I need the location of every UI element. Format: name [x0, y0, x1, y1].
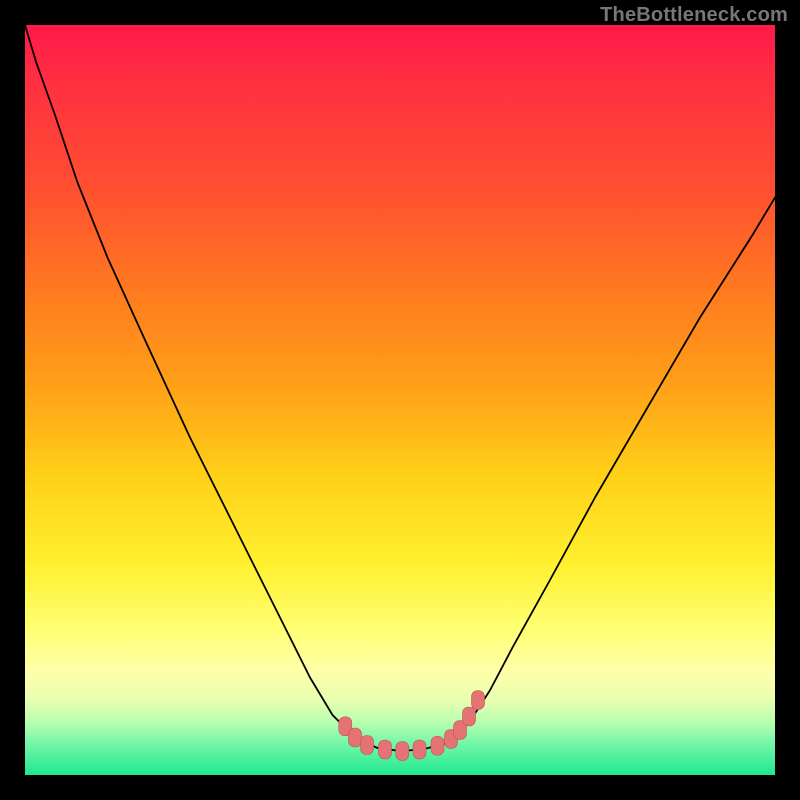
curve-marker [413, 740, 426, 759]
watermark-text: TheBottleneck.com [600, 4, 788, 27]
curve-marker [472, 691, 485, 710]
plot-area [25, 25, 775, 775]
curve-path [25, 25, 775, 751]
curve-marker [361, 736, 374, 755]
curve-marker [463, 707, 476, 726]
curve-marker [431, 736, 444, 755]
bottleneck-curve [25, 25, 775, 775]
curve-marker [396, 742, 409, 761]
chart-frame: TheBottleneck.com [0, 0, 800, 800]
curve-marker [349, 728, 362, 747]
curve-marker [379, 740, 392, 759]
